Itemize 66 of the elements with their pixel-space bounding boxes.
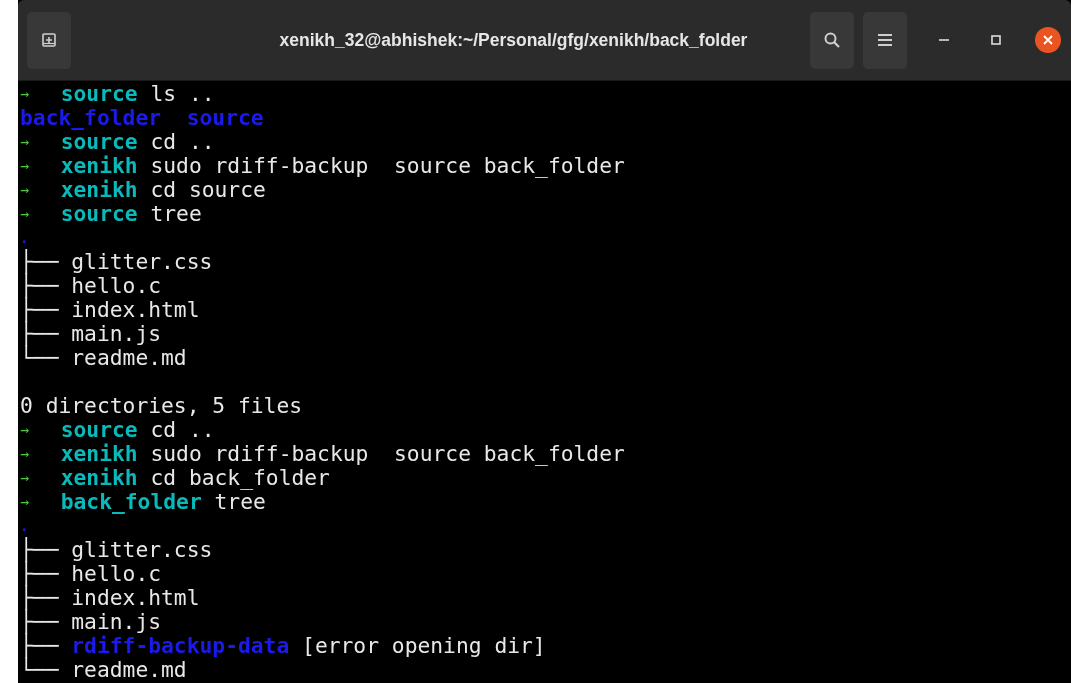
new-tab-icon xyxy=(41,32,57,48)
file-name: hello.c xyxy=(71,274,162,298)
prompt-arrow: → xyxy=(20,204,30,225)
command-text: cd .. xyxy=(150,418,215,442)
tree-branch: └── xyxy=(20,346,59,370)
command-text: cd .. xyxy=(150,130,215,154)
search-icon xyxy=(823,31,841,49)
prompt-arrow: → xyxy=(20,156,30,177)
command-text: cd back_folder xyxy=(150,466,330,490)
search-button[interactable] xyxy=(810,11,854,69)
prompt-arrow: → xyxy=(20,420,30,441)
close-icon xyxy=(1043,35,1053,45)
directory-name: back_folder xyxy=(20,106,162,130)
prompt-directory: source xyxy=(60,130,138,154)
maximize-icon xyxy=(990,34,1002,46)
minimize-icon xyxy=(939,39,949,41)
prompt-arrow: → xyxy=(20,492,30,513)
file-name: hello.c xyxy=(71,562,162,586)
prompt-directory: source xyxy=(60,202,138,226)
prompt-arrow: → xyxy=(20,180,30,201)
file-name: readme.md xyxy=(71,658,187,682)
file-name: glitter.css xyxy=(71,250,213,274)
prompt-directory: source xyxy=(60,418,138,442)
tree-branch: ├── xyxy=(20,586,59,610)
tree-branch: ├── xyxy=(20,634,59,658)
tree-branch: └── xyxy=(20,658,59,682)
prompt-arrow: → xyxy=(20,444,30,465)
tree-branch: ├── xyxy=(20,322,59,346)
command-text: sudo rdiff-backup source back_folder xyxy=(150,154,625,178)
file-name: index.html xyxy=(71,586,200,610)
directory-name: rdiff-backup-data xyxy=(71,634,290,658)
prompt-directory: xenikh xyxy=(60,466,138,490)
close-button[interactable] xyxy=(1035,27,1061,53)
output-text: 0 directories, 5 files xyxy=(20,394,303,418)
prompt-directory: xenikh xyxy=(60,442,138,466)
tree-branch: ├── xyxy=(20,274,59,298)
new-tab-button[interactable] xyxy=(27,11,71,69)
tree-branch: ├── xyxy=(20,610,59,634)
file-name: readme.md xyxy=(71,346,187,370)
file-name: glitter.css xyxy=(71,538,213,562)
command-text: tree xyxy=(214,490,266,514)
file-name: main.js xyxy=(71,610,162,634)
directory-name: source xyxy=(186,106,264,130)
file-name: main.js xyxy=(71,322,162,346)
tree-branch: ├── xyxy=(20,298,59,322)
prompt-directory: xenikh xyxy=(60,178,138,202)
command-text: tree xyxy=(150,202,202,226)
menu-button[interactable] xyxy=(863,11,907,69)
tree-branch: ├── xyxy=(20,562,59,586)
tree-root: . xyxy=(20,229,29,248)
command-text: ls .. xyxy=(150,82,215,106)
prompt-directory: back_folder xyxy=(60,490,202,514)
command-text: cd source xyxy=(150,178,266,202)
tree-branch: ├── xyxy=(20,250,59,274)
tree-root: . xyxy=(20,517,29,536)
command-text: sudo rdiff-backup source back_folder xyxy=(150,442,625,466)
prompt-arrow: → xyxy=(20,132,30,153)
prompt-arrow: → xyxy=(20,84,30,105)
file-name: index.html xyxy=(71,298,200,322)
window-title: xenikh_32@abhishek:~/Personal/gfg/xenikh/back_folder xyxy=(278,29,749,51)
error-text: [error opening dir] xyxy=(302,634,546,658)
prompt-directory: source xyxy=(60,82,138,106)
tree-branch: ├── xyxy=(20,538,59,562)
prompt-arrow: → xyxy=(20,468,30,489)
menu-icon xyxy=(878,34,892,46)
prompt-directory: xenikh xyxy=(60,154,138,178)
